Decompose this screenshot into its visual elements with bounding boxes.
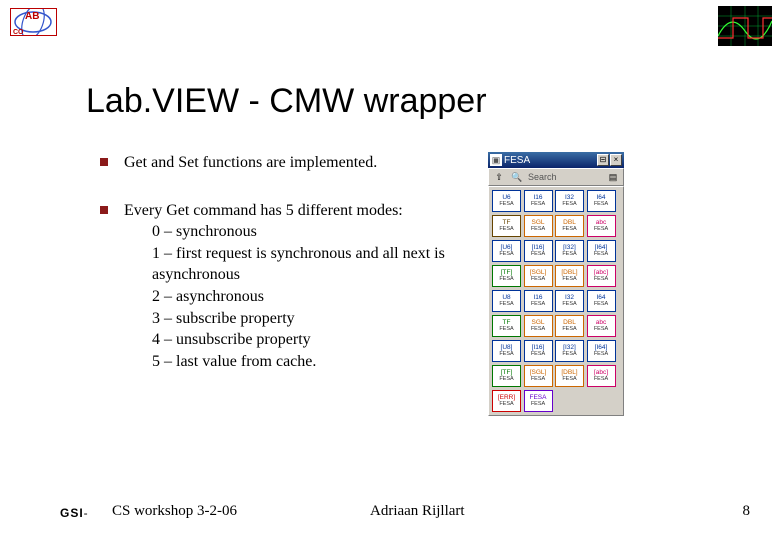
bullet-sub: 0 – synchronous [124,221,470,243]
palette-cell[interactable]: [DBL]FESA [555,265,584,287]
palette-cell[interactable]: abcFESA [587,315,616,337]
palette-cell[interactable]: [SGL]FESA [524,265,553,287]
fesa-palette-panel: ▣ FESA ⊟ × ⇧ 🔍 Search ▤ U6FESAI16FESAI32… [488,152,624,416]
body-content: Get and Set functions are implemented. E… [100,152,470,398]
footer-workshop: CS workshop 3-2-06 [112,503,237,520]
ab-co-logo: AB CO [10,8,57,36]
panel-toolbar: ⇧ 🔍 Search ▤ [488,168,624,186]
oscilloscope-logo [718,6,772,46]
palette-cell[interactable]: I64FESA [587,290,616,312]
palette-cell[interactable]: SGLFESA [524,215,553,237]
co-logo-text: CO [13,29,24,36]
window-pin-button[interactable]: ⊟ [597,154,609,166]
panel-title: FESA [504,155,596,166]
palette-cell[interactable]: I32FESA [555,290,584,312]
bullet-sub: 5 – last value from cache. [124,351,470,373]
bullet-text: Get and Set functions are implemented. [124,152,377,174]
window-app-icon: ▣ [490,154,502,166]
palette-cell[interactable]: DBLFESA [555,215,584,237]
palette-empty [555,390,584,412]
footer-author: Adriaan Rijllart [370,503,465,520]
slide: AB CO Lab.VIEW - CMW wrapper Get and Set… [0,0,780,540]
palette-cell[interactable]: [I32]FESA [555,340,584,362]
palette-cell[interactable]: [U6]FESA [492,240,521,262]
palette-cell[interactable]: [SGL]FESA [524,365,553,387]
bullet-icon [100,158,108,166]
palette-cell[interactable]: abcFESA [587,215,616,237]
palette-cell[interactable]: [TF]FESA [492,265,521,287]
palette-cell[interactable]: DBLFESA [555,315,584,337]
palette-cell[interactable]: I16FESA [524,190,553,212]
palette-cell[interactable]: TFFESA [492,215,521,237]
palette-cell[interactable]: TFFESA [492,315,521,337]
up-button[interactable]: ⇧ [491,170,507,184]
palette-cell[interactable]: [I64]FESA [587,240,616,262]
search-icon[interactable]: 🔍 [509,170,525,184]
palette-cell[interactable]: I32FESA [555,190,584,212]
bullet-sub: 3 – subscribe property [124,308,470,330]
palette-cell[interactable]: [TF]FESA [492,365,521,387]
gsi-logo: GSI- [60,506,89,520]
palette-cell[interactable]: U6FESA [492,190,521,212]
bullet-sub: 4 – unsubscribe property [124,329,470,351]
palette-cell[interactable]: [I32]FESA [555,240,584,262]
palette-cell[interactable]: [I16]FESA [524,240,553,262]
ab-logo-text: AB [25,11,39,22]
panel-titlebar: ▣ FESA ⊟ × [488,152,624,168]
palette-cell[interactable]: [U8]FESA [492,340,521,362]
footer-page-number: 8 [743,503,751,520]
palette-cell[interactable]: [ERR]FESA [492,390,521,412]
palette-cell[interactable]: SGLFESA [524,315,553,337]
bullet-sub: 1 – first request is synchronous and all… [124,243,470,286]
palette-grid: U6FESAI16FESAI32FESAI64FESATFFESASGLFESA… [488,186,624,416]
palette-cell[interactable]: FESAFESA [524,390,553,412]
palette-cell[interactable]: U8FESA [492,290,521,312]
palette-cell[interactable]: [DBL]FESA [555,365,584,387]
palette-cell[interactable]: [abc]FESA [587,365,616,387]
bullet-item: Get and Set functions are implemented. [100,152,470,174]
bullet-icon [100,206,108,214]
slide-title: Lab.VIEW - CMW wrapper [86,82,487,121]
palette-empty [587,390,616,412]
palette-cell[interactable]: [abc]FESA [587,265,616,287]
view-button[interactable]: ▤ [605,170,621,184]
palette-cell[interactable]: I64FESA [587,190,616,212]
palette-cell[interactable]: I16FESA [524,290,553,312]
bullet-text: Every Get command has 5 different modes:… [124,200,470,373]
bullet-sub: 2 – asynchronous [124,286,470,308]
palette-cell[interactable]: [I64]FESA [587,340,616,362]
bullet-item: Every Get command has 5 different modes:… [100,200,470,373]
window-close-button[interactable]: × [610,154,622,166]
palette-cell[interactable]: [I16]FESA [524,340,553,362]
search-input[interactable]: Search [527,172,603,182]
